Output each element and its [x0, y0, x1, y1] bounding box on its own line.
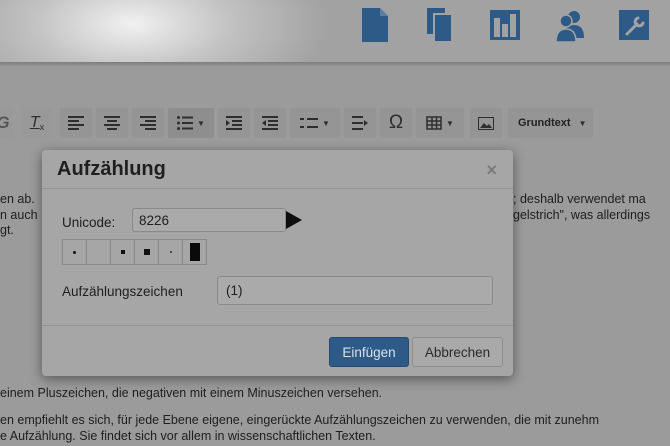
image-icon[interactable] [470, 108, 502, 138]
users-icon[interactable] [555, 8, 585, 42]
play-icon[interactable] [286, 211, 302, 229]
symbol-bar[interactable] [182, 239, 207, 265]
align-right-icon[interactable] [132, 108, 164, 138]
style-select-value: Grundtext [518, 117, 571, 129]
numbered-list-icon[interactable]: ▼ [290, 108, 340, 138]
doc-line: gt. [0, 223, 14, 237]
symbol-square[interactable] [134, 239, 159, 265]
zeichen-input[interactable] [217, 276, 493, 305]
app-header [0, 0, 670, 64]
doc-line: ; deshalb verwendet ma [513, 192, 646, 206]
bold-icon[interactable]: G [0, 108, 14, 138]
insert-button[interactable]: Einfügen [329, 337, 409, 367]
bullet-list-icon[interactable]: ▼ [168, 108, 214, 138]
dialog-footer-divider [42, 325, 513, 326]
remove-format-icon[interactable]: Tx [22, 108, 52, 138]
doc-line: e Aufzählung. Sie findet sich vor allem … [0, 429, 376, 443]
symbol-picker [62, 239, 207, 265]
symbol-bullet[interactable] [62, 239, 87, 265]
paragraph-icon[interactable] [344, 108, 376, 138]
omega-icon[interactable]: Ω [380, 108, 412, 138]
outdent-icon[interactable] [254, 108, 286, 138]
doc-line: en ab. [0, 192, 35, 206]
doc-line: einem Pluszeichen, die negativen mit ein… [0, 386, 383, 400]
symbol-blank[interactable] [86, 239, 111, 265]
dialog-header-divider [42, 188, 513, 189]
wrench-icon[interactable] [619, 8, 649, 42]
symbol-small-square[interactable] [110, 239, 135, 265]
unicode-input[interactable] [132, 208, 286, 232]
chevron-down-icon: ▼ [578, 118, 587, 128]
unicode-label: Unicode: [62, 215, 116, 230]
chart-icon[interactable] [490, 8, 520, 42]
document-icon[interactable] [360, 8, 390, 42]
dialog-title: Aufzählung [57, 158, 166, 180]
doc-line: n auch [0, 208, 38, 222]
doc-line: en empfiehlt es sich, für jede Ebene eig… [0, 413, 599, 427]
cancel-button[interactable]: Abbrechen [412, 337, 503, 367]
zeichen-label: Aufzählungszeichen [62, 284, 183, 299]
style-select[interactable]: Grundtext ▼ [508, 108, 593, 138]
symbol-dot[interactable] [158, 239, 183, 265]
align-center-icon[interactable] [96, 108, 128, 138]
copy-icon[interactable] [425, 8, 455, 42]
doc-line: gelstrich", was allerdings [513, 208, 651, 222]
close-icon[interactable]: × [486, 160, 497, 181]
indent-icon[interactable] [218, 108, 250, 138]
align-left-icon[interactable] [60, 108, 92, 138]
bullet-dialog: Aufzählung × Unicode: Aufzählungszeichen… [42, 150, 513, 376]
table-icon[interactable]: ▼ [416, 108, 464, 138]
